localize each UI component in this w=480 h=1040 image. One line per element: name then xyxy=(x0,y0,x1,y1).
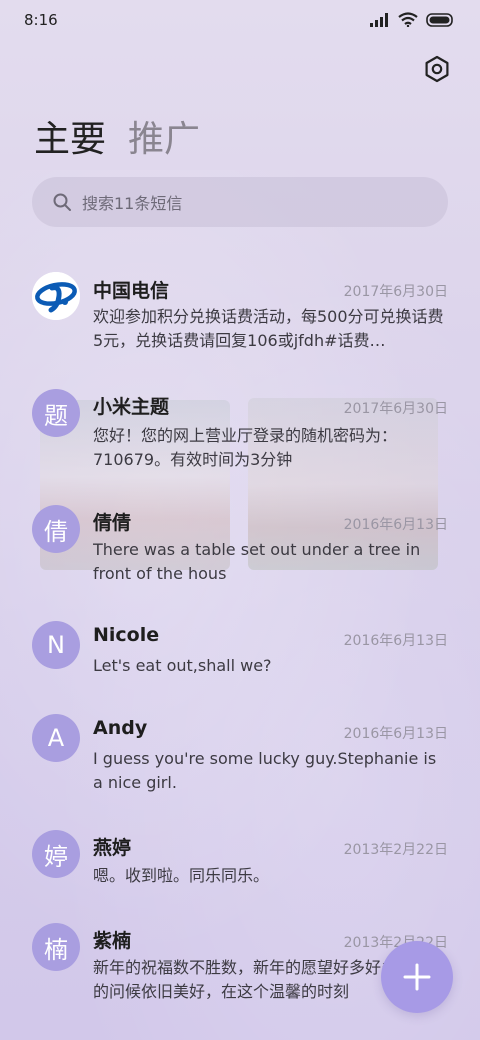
status-icons xyxy=(370,12,454,27)
tab-bar: 主要 推广 xyxy=(34,110,200,162)
status-time: 8:16 xyxy=(24,11,58,29)
contact-name: 中国电信 xyxy=(93,280,170,302)
avatar: 倩 xyxy=(32,505,80,553)
avatar: N xyxy=(32,621,80,669)
search-placeholder: 搜索11条短信 xyxy=(82,194,183,213)
message-date: 2017年6月30日 xyxy=(343,401,448,417)
avatar: 婷 xyxy=(32,830,80,878)
settings-button[interactable] xyxy=(422,54,452,84)
signal-icon xyxy=(370,12,388,27)
compose-button[interactable] xyxy=(381,941,453,1013)
avatar: 楠 xyxy=(32,923,80,971)
battery-icon xyxy=(426,12,453,27)
tab-primary[interactable]: 主要 xyxy=(34,110,106,162)
tab-promotions[interactable]: 推广 xyxy=(128,110,200,162)
message-date: 2013年2月22日 xyxy=(343,842,448,858)
settings-icon xyxy=(425,55,449,83)
contact-name: 小米主题 xyxy=(93,396,170,418)
contact-name: 倩倩 xyxy=(93,512,132,534)
contact-name: Nicole xyxy=(93,624,160,646)
china-telecom-logo xyxy=(32,272,80,320)
message-date: 2016年6月13日 xyxy=(343,517,448,533)
contact-name: 紫楠 xyxy=(93,930,132,952)
search-icon xyxy=(53,193,71,211)
contact-name: 燕婷 xyxy=(93,837,132,859)
message-preview: 您好！您的网上营业厅登录的随机密码为：710679。有效时间为3分钟 xyxy=(93,426,398,469)
message-preview: 欢迎参加积分兑换话费活动，每500分可兑换话费5元，兑换话费请回复106或jfd… xyxy=(93,307,444,350)
wifi-icon xyxy=(398,12,418,27)
avatar xyxy=(32,272,80,320)
message-date: 2017年6月30日 xyxy=(343,284,448,300)
message-preview: 嗯。收到啦。同乐同乐。 xyxy=(93,866,270,885)
message-date: 2016年6月13日 xyxy=(343,726,448,742)
avatar: 题 xyxy=(32,389,80,437)
plus-icon xyxy=(403,963,431,991)
status-bar: 8:16 xyxy=(0,0,480,40)
message-date: 2016年6月13日 xyxy=(343,633,448,649)
message-preview: Let's eat out,shall we? xyxy=(93,656,272,675)
contact-name: Andy xyxy=(93,717,148,739)
message-preview: I guess you're some lucky guy.Stephanie … xyxy=(93,749,437,792)
avatar: A xyxy=(32,714,80,762)
search-input[interactable]: 搜索11条短信 xyxy=(32,177,448,227)
message-preview: There was a table set out under a tree i… xyxy=(93,540,421,583)
